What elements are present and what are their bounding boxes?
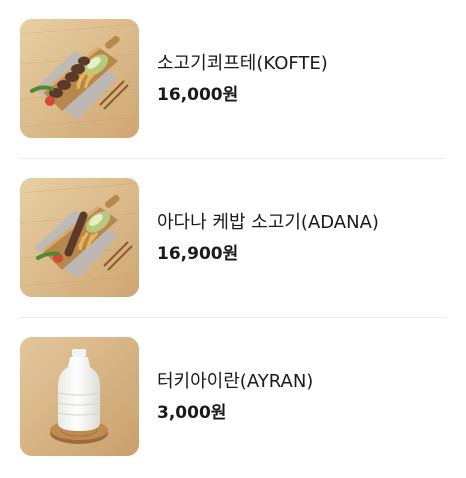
menu-item-name: 아다나 케밥 소고기(ADANA) [157, 212, 379, 233]
menu-item-kofte[interactable]: 소고기쾨프테(KOFTE) 16,000원 [0, 0, 466, 160]
menu-item-price: 16,900원 [157, 244, 239, 264]
ayran-bottle-photo [20, 337, 139, 456]
menu-item-ayran[interactable]: 터키아이란(AYRAN) 3,000원 [0, 318, 466, 478]
menu-item-price: 3,000원 [157, 403, 227, 423]
menu-list: 소고기쾨프테(KOFTE) 16,000원 아다나 케밥 소고기(ADANA) … [0, 0, 466, 472]
menu-item-name: 터키아이란(AYRAN) [157, 371, 314, 392]
adana-kebab-plate-photo [20, 178, 139, 297]
kofte-plate-photo [20, 19, 139, 138]
menu-item-price: 16,000원 [157, 85, 239, 105]
menu-item-adana[interactable]: 아다나 케밥 소고기(ADANA) 16,900원 [0, 159, 466, 319]
menu-item-name: 소고기쾨프테(KOFTE) [157, 53, 328, 74]
